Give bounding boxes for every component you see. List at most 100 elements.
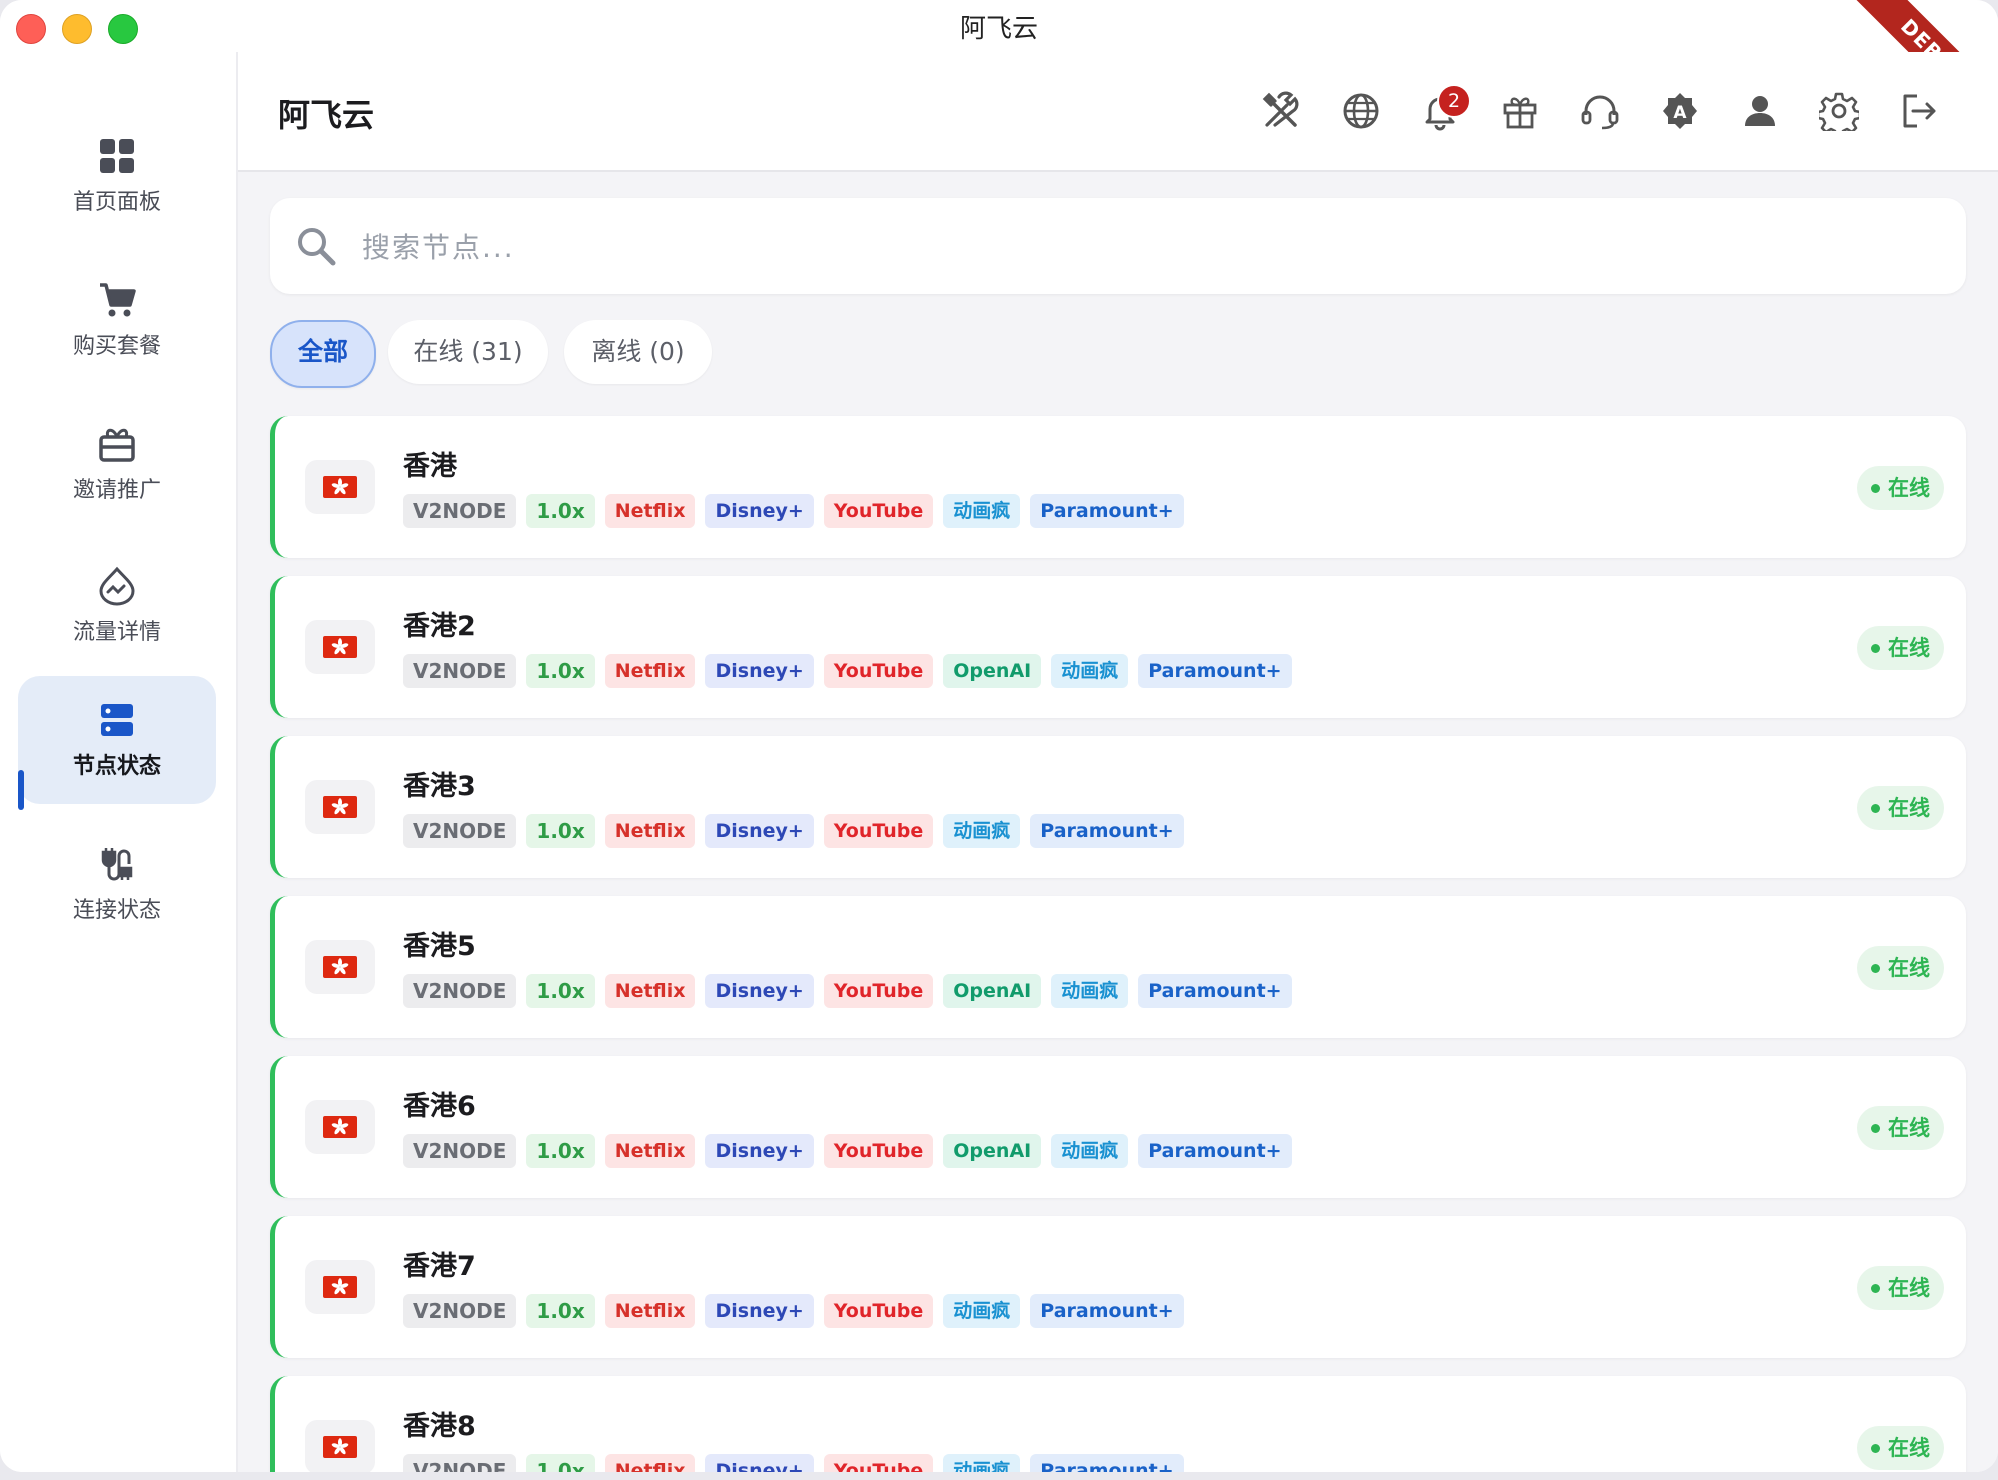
node-card[interactable]: 香港5 V2NODE 1.0x Netflix Disney+ YouTube OpenAI… [270, 896, 1966, 1038]
node-name: 香港5 [403, 931, 476, 962]
node-tag: Paramount+ [1138, 974, 1292, 1008]
active-indicator [18, 770, 24, 810]
status-label: 在线 [1888, 796, 1930, 820]
node-card[interactable]: 香港8 V2NODE 1.0x Netflix Disney+ YouTube 动画疯 Par… [270, 1376, 1966, 1472]
search-input[interactable] [360, 216, 1924, 278]
node-tag: 动画疯 [1051, 974, 1129, 1008]
node-tag: Disney+ [705, 1134, 814, 1168]
filter-chip-offline[interactable]: 离线 (0) [564, 320, 712, 384]
status-label: 在线 [1888, 1436, 1930, 1460]
globe-button[interactable] [1340, 90, 1382, 132]
sidebar-item-label: 流量详情 [72, 620, 161, 645]
node-tag: YouTube [823, 1454, 934, 1472]
node-name: 香港8 [403, 1411, 476, 1442]
node-tag: 动画疯 [1051, 654, 1129, 688]
node-tag: V2NODE [403, 974, 517, 1008]
sidebar-item-label: 购买套餐 [72, 334, 161, 359]
node-card[interactable]: 香港3 V2NODE 1.0x Netflix Disney+ YouTube 动画疯 Par… [270, 736, 1966, 878]
filter-chip-all[interactable]: 全部 [270, 320, 376, 388]
node-tag: 动画疯 [943, 814, 1021, 848]
hong-kong-flag-icon [323, 956, 357, 978]
status-badge: 在线 [1857, 1426, 1944, 1470]
node-name: 香港 [403, 451, 457, 482]
node-tag: Disney+ [705, 654, 814, 688]
node-tag: YouTube [823, 1294, 934, 1328]
status-dot-icon [1871, 1443, 1880, 1453]
node-tag: Disney+ [705, 1454, 814, 1472]
svg-text:A: A [1673, 103, 1687, 123]
sidebar-item-label: 连接状态 [72, 898, 161, 923]
status-label: 在线 [1888, 476, 1930, 500]
status-dot-icon [1871, 1123, 1880, 1133]
badge-a-icon: A [1663, 93, 1697, 129]
node-card[interactable]: 香港6 V2NODE 1.0x Netflix Disney+ YouTube OpenAI… [270, 1056, 1966, 1198]
gift-button[interactable] [1499, 90, 1541, 132]
logout-button[interactable] [1898, 90, 1940, 132]
dashboard-icon [100, 139, 134, 173]
sidebar-item-node-status[interactable]: 节点状态 [18, 676, 216, 804]
node-tag: 1.0x [526, 1294, 595, 1328]
node-tag: 1.0x [526, 654, 595, 688]
node-tag: Paramount+ [1030, 1454, 1184, 1472]
settings-button[interactable] [1818, 90, 1860, 132]
node-tag: Disney+ [705, 1294, 814, 1328]
node-tags: V2NODE 1.0x Netflix Disney+ YouTube OpenAI 动画疯… [403, 1134, 1292, 1168]
sidebar-item-label: 首页面板 [72, 190, 161, 215]
headset-icon [1581, 95, 1619, 130]
sidebar-item-traffic[interactable]: 流量详情 [18, 542, 216, 670]
tools-icon [1262, 91, 1299, 127]
node-tag: V2NODE [403, 814, 517, 848]
node-tags: V2NODE 1.0x Netflix Disney+ YouTube OpenAI 动画疯… [403, 974, 1292, 1008]
server-icon [101, 704, 133, 736]
node-tags: V2NODE 1.0x Netflix Disney+ YouTube 动画疯 Paramo… [403, 814, 1184, 848]
node-tag: 1.0x [526, 1454, 595, 1472]
node-name: 香港2 [403, 611, 476, 642]
node-tag: OpenAI [943, 654, 1042, 688]
node-tag: OpenAI [943, 974, 1042, 1008]
notification-badge: 2 [1437, 84, 1471, 118]
app-window: 阿飞云 DEBUG 首页面板 购买套餐 [0, 0, 1998, 1472]
node-flag [305, 460, 375, 514]
filter-chip-online[interactable]: 在线 (31) [388, 320, 548, 384]
node-list-panel: 全部 在线 (31) 离线 (0) 香港 V2NODE 1.0x Netflix Dis… [238, 172, 1998, 1472]
node-tag: V2NODE [403, 654, 517, 688]
node-tag: Netflix [604, 1134, 696, 1168]
settings-icon [1819, 92, 1859, 131]
node-tag: 1.0x [526, 494, 595, 528]
theme-button[interactable]: A [1659, 90, 1701, 132]
status-label: 在线 [1888, 1116, 1930, 1140]
status-dot-icon [1871, 483, 1880, 493]
node-tag: Netflix [604, 814, 696, 848]
node-tag: Paramount+ [1138, 654, 1292, 688]
user-icon [1745, 96, 1775, 126]
node-card[interactable]: 香港7 V2NODE 1.0x Netflix Disney+ YouTube 动画疯 Par… [270, 1216, 1966, 1358]
status-badge: 在线 [1857, 1266, 1944, 1310]
node-card[interactable]: 香港2 V2NODE 1.0x Netflix Disney+ YouTube OpenAI… [270, 576, 1966, 718]
gift-box-icon [99, 428, 135, 462]
node-tag: V2NODE [403, 1134, 517, 1168]
support-button[interactable] [1579, 90, 1621, 132]
node-tag: YouTube [823, 1134, 934, 1168]
node-tag: YouTube [823, 974, 934, 1008]
hong-kong-flag-icon [323, 476, 357, 498]
node-tag: Paramount+ [1030, 494, 1184, 528]
status-dot-icon [1871, 1283, 1880, 1293]
sidebar-item-label: 邀请推广 [72, 478, 161, 503]
sidebar-item-dashboard[interactable]: 首页面板 [18, 112, 216, 240]
sidebar-item-connection[interactable]: 连接状态 [18, 820, 216, 948]
cart-icon [100, 283, 136, 317]
hong-kong-flag-icon [323, 1116, 357, 1138]
sidebar-item-invite[interactable]: 邀请推广 [18, 400, 216, 528]
node-card[interactable]: 香港 V2NODE 1.0x Netflix Disney+ YouTube 动画疯 Para… [270, 416, 1966, 558]
page-header: 阿飞云 A [238, 52, 1998, 172]
page-title: 阿飞云 [278, 96, 375, 134]
tools-button[interactable] [1260, 90, 1302, 132]
node-tag: 动画疯 [943, 1294, 1021, 1328]
node-tag: 动画疯 [943, 1454, 1021, 1472]
node-tag: Netflix [604, 654, 696, 688]
node-tag: 1.0x [526, 814, 595, 848]
hong-kong-flag-icon [323, 636, 357, 658]
node-flag [305, 620, 375, 674]
profile-button[interactable] [1739, 90, 1781, 132]
sidebar-item-purchase[interactable]: 购买套餐 [18, 256, 216, 384]
